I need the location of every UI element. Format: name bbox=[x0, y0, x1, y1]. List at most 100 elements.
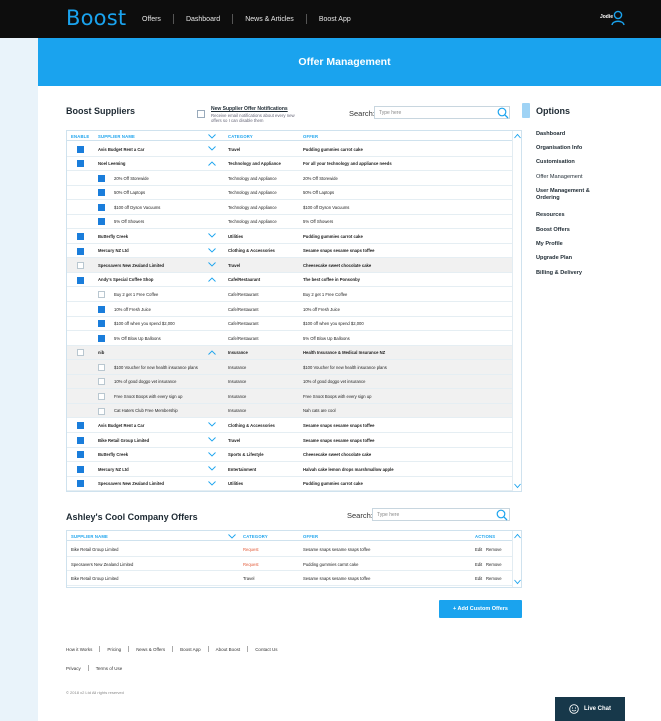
table-row[interactable]: Specsavers New Zealand Limited Travel Chee… bbox=[67, 258, 521, 273]
boost-logo[interactable]: Boost bbox=[66, 6, 126, 30]
search-icon[interactable] bbox=[497, 107, 509, 119]
chevron-down-icon[interactable] bbox=[208, 451, 216, 457]
option-item[interactable]: Offer Management bbox=[536, 174, 612, 181]
search-icon[interactable] bbox=[496, 509, 508, 521]
enable-checkbox[interactable] bbox=[98, 189, 105, 197]
option-item[interactable]: Dashboard bbox=[536, 131, 612, 138]
option-item[interactable]: Resources bbox=[536, 212, 612, 219]
table-row[interactable]: Specsavers New Zealand Limited Request Pud… bbox=[67, 557, 521, 571]
option-item[interactable]: Billing & Delivery bbox=[536, 270, 612, 277]
scroll-up-icon[interactable] bbox=[514, 133, 521, 139]
table-row[interactable]: nib Insurance Health Insurance & Medical I… bbox=[67, 345, 521, 361]
enable-checkbox[interactable] bbox=[98, 334, 105, 342]
edit-link[interactable]: Edit bbox=[475, 562, 482, 567]
table-row[interactable]: Buy 2 get 1 Free Coffee Cafe/Restaurant Bu… bbox=[67, 288, 521, 303]
table-row[interactable]: Bike Retail Group Limited Travel Sesame sn… bbox=[67, 433, 521, 448]
option-item[interactable]: User Management & Ordering bbox=[536, 188, 612, 201]
table-row[interactable]: Mercury NZ Ltd Entertainment Halvah cake l… bbox=[67, 462, 521, 477]
footer-link-contact-us[interactable]: Contact Us bbox=[248, 647, 284, 652]
footer-link-pricing[interactable]: Pricing bbox=[100, 647, 128, 652]
table-row[interactable]: Noel Leeming Technology and Appliance For … bbox=[67, 157, 521, 172]
option-item[interactable]: Boost Offers bbox=[536, 227, 612, 234]
enable-checkbox[interactable] bbox=[98, 203, 105, 211]
enable-checkbox[interactable] bbox=[77, 232, 84, 240]
chevron-down-icon[interactable] bbox=[208, 146, 216, 151]
option-item[interactable]: Organisation Info bbox=[536, 145, 612, 152]
table-row[interactable]: Butterfly Creek Utilities Pudding gummies … bbox=[67, 229, 521, 244]
enable-checkbox[interactable] bbox=[77, 349, 84, 357]
enable-checkbox[interactable] bbox=[98, 393, 105, 401]
nav-offers[interactable]: Offers bbox=[130, 16, 173, 23]
enable-checkbox[interactable] bbox=[77, 465, 84, 473]
table-row[interactable]: Avis Budget Rent a Car Travel Pudding gumm… bbox=[67, 142, 521, 157]
table-row[interactable]: $100 Voucher for new health insurance pl… bbox=[67, 360, 521, 375]
remove-link[interactable]: Remove bbox=[486, 576, 502, 581]
footer-link-news-offers[interactable]: News & Offers bbox=[129, 647, 172, 652]
enable-checkbox[interactable] bbox=[77, 262, 84, 270]
notification-checkbox[interactable] bbox=[197, 110, 205, 118]
table-scrollbar[interactable] bbox=[512, 531, 521, 587]
enable-checkbox[interactable] bbox=[98, 378, 105, 386]
table-row[interactable]: $100 off when you spend $2,000 Cafe/Resta… bbox=[67, 317, 521, 332]
table-row[interactable]: Specsavers New Zealand Limited Utilities P… bbox=[67, 477, 521, 491]
edit-link[interactable]: Edit bbox=[475, 547, 482, 552]
remove-link[interactable]: Remove bbox=[486, 547, 502, 552]
footer-link-how-it-works[interactable]: How it Works bbox=[66, 647, 99, 652]
table-row[interactable]: Free Snoot Boops with every sign up Insur… bbox=[67, 389, 521, 404]
company-search-input[interactable] bbox=[372, 508, 510, 521]
enable-checkbox[interactable] bbox=[98, 320, 105, 328]
remove-link[interactable]: Remove bbox=[486, 562, 502, 567]
enable-checkbox[interactable] bbox=[77, 145, 84, 153]
enable-checkbox[interactable] bbox=[77, 422, 84, 430]
enable-checkbox[interactable] bbox=[98, 218, 105, 226]
footer-link-about-boost[interactable]: About Boost bbox=[209, 647, 248, 652]
chevron-down-icon[interactable] bbox=[208, 248, 216, 253]
chevron-up-icon[interactable] bbox=[208, 277, 216, 282]
chevron-down-icon[interactable] bbox=[208, 262, 216, 268]
chevron-down-icon[interactable] bbox=[208, 437, 216, 442]
enable-checkbox[interactable] bbox=[77, 247, 84, 255]
enable-checkbox[interactable] bbox=[98, 407, 105, 415]
option-item[interactable]: Customisation bbox=[536, 159, 612, 166]
enable-checkbox[interactable] bbox=[98, 363, 105, 371]
chevron-down-icon[interactable] bbox=[208, 466, 216, 471]
table-row[interactable]: 5% Off Showers Technology and Appliance 5%… bbox=[67, 215, 521, 230]
chevron-down-icon[interactable] bbox=[208, 233, 216, 238]
chevron-down-icon[interactable] bbox=[228, 533, 236, 539]
table-row[interactable]: $100 off Dyson Vacuums Technology and App… bbox=[67, 200, 521, 215]
add-custom-offers-button[interactable]: + Add Custom Offers bbox=[439, 600, 522, 618]
scroll-down-icon[interactable] bbox=[514, 579, 521, 585]
table-row[interactable]: Mercury NZ Ltd Clothing & Accessories Sesa… bbox=[67, 244, 521, 259]
footer-link-boost-app[interactable]: Boost App bbox=[173, 647, 208, 652]
nav-dashboard[interactable]: Dashboard bbox=[174, 16, 232, 23]
table-row[interactable]: Bike Retail Group Limited Request Sesame s… bbox=[67, 542, 521, 557]
table-row[interactable]: 50% Off Laptops Technology and Appliance 5… bbox=[67, 186, 521, 201]
table-row[interactable]: Butterfly Creek Sports & Lifestyle Cheesec… bbox=[67, 448, 521, 463]
chevron-up-icon[interactable] bbox=[208, 350, 216, 355]
table-row[interactable]: Bike Retail Group Limited Travel Sesame sn… bbox=[67, 571, 521, 586]
table-row[interactable]: Avis Budget Rent a Car Clothing & Accesso… bbox=[67, 418, 521, 433]
enable-checkbox[interactable] bbox=[77, 276, 84, 284]
enable-checkbox[interactable] bbox=[98, 174, 105, 182]
nav-news-articles[interactable]: News & Articles bbox=[233, 16, 306, 23]
suppliers-search-input[interactable] bbox=[374, 106, 510, 119]
scroll-down-icon[interactable] bbox=[514, 483, 521, 489]
chevron-down-icon[interactable] bbox=[208, 422, 216, 428]
footer-link-privacy[interactable]: Privacy bbox=[66, 666, 88, 671]
chevron-up-icon[interactable] bbox=[208, 160, 216, 166]
table-row[interactable]: Andy's Special Coffee Shop Cafe/Restauran… bbox=[67, 273, 521, 288]
table-row[interactable]: 10% off Fresh Juice Cafe/Restaurant 10% of… bbox=[67, 302, 521, 317]
enable-checkbox[interactable] bbox=[77, 436, 84, 444]
enable-checkbox[interactable] bbox=[77, 451, 84, 459]
enable-checkbox[interactable] bbox=[77, 480, 84, 488]
enable-checkbox[interactable] bbox=[98, 305, 105, 313]
option-item[interactable]: Upgrade Plan bbox=[536, 255, 612, 262]
chevron-down-icon[interactable] bbox=[208, 133, 216, 139]
table-row[interactable]: 20% Off Storewide Technology and Applianc… bbox=[67, 171, 521, 186]
option-item[interactable]: My Profile bbox=[536, 241, 612, 248]
footer-link-terms[interactable]: Terms of Use bbox=[89, 666, 130, 671]
options-toggle-handle[interactable] bbox=[522, 103, 530, 118]
table-row[interactable]: 10% of good doggo vet insurance Insurance… bbox=[67, 374, 521, 390]
user-icon[interactable] bbox=[611, 10, 625, 26]
table-row[interactable]: 5% Off Blow Up Balloons Cafe/Restaurant 5%… bbox=[67, 331, 521, 346]
